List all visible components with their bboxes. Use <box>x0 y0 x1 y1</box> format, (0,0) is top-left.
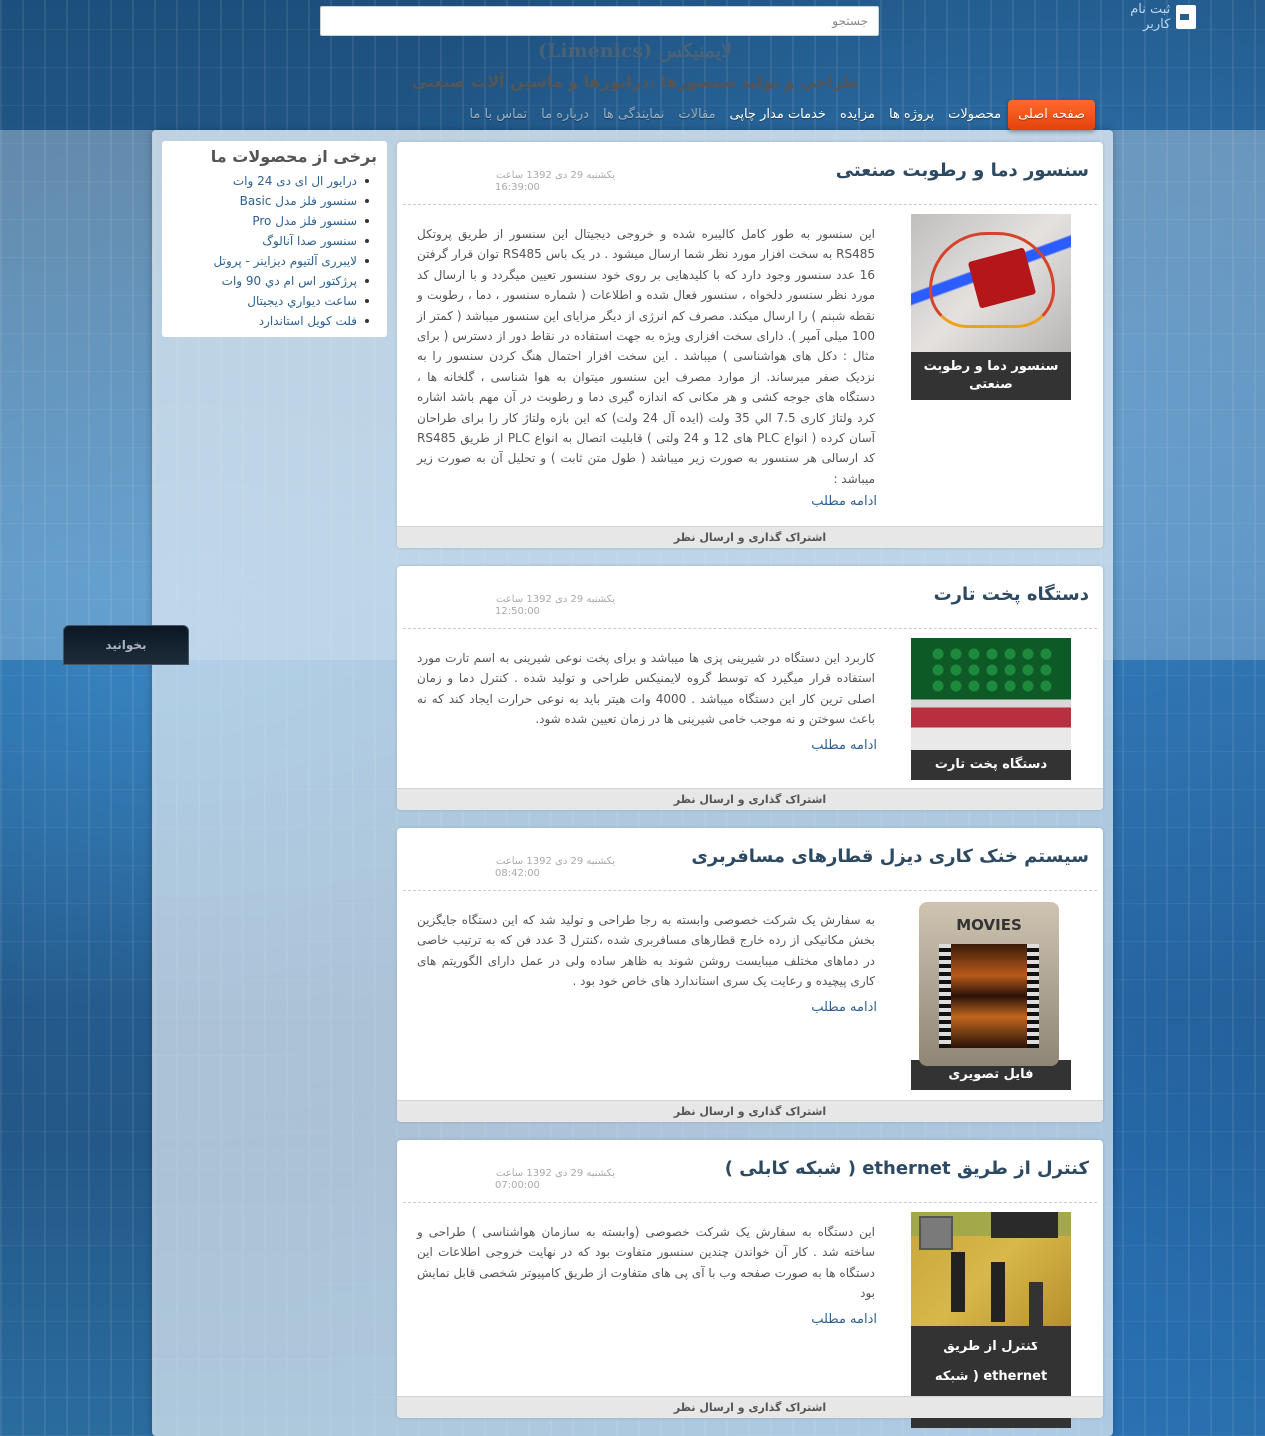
search-input[interactable]: جستجو <box>320 6 879 36</box>
post-divider <box>403 890 1097 891</box>
sidebar-item-digital-clock[interactable]: ساعت ديواري ديجيتال <box>168 291 369 311</box>
nav-item-pcb-services[interactable]: خدمات مدار چاپی <box>723 100 833 130</box>
main-nav: صفحه اصلی محصولات پروژه ها مزایده خدمات … <box>440 100 1095 130</box>
sidebar-item-metal-sensor-basic[interactable]: سنسور فلز مدل Basic <box>168 191 369 211</box>
post-date: یکشنبه 29 دی 1392 ساعت 16:39:00 <box>495 170 615 194</box>
post-date-time: 12:50:00 <box>495 606 540 617</box>
post-date: یکشنبه 29 دی 1392 ساعت 08:42:00 <box>495 856 615 880</box>
tart-machine-image <box>911 638 1071 750</box>
nav-item-auction[interactable]: مزایده <box>833 100 882 130</box>
post-date-time: 16:39:00 <box>495 182 540 193</box>
post-title[interactable]: دستگاه پخت تارت <box>934 584 1089 605</box>
share-comment-bar[interactable]: اشتراک گذاری و ارسال نظر <box>397 788 1103 810</box>
post-divider <box>403 1202 1097 1203</box>
post-card: سنسور دما و رطوبت صنعتی یکشنبه 29 دی 139… <box>397 142 1103 548</box>
post-divider <box>403 204 1097 205</box>
sidebar-item-smd-projector[interactable]: پرژکتور اس ام دي 90 وات <box>168 271 369 291</box>
share-comment-bar[interactable]: اشتراک گذاری و ارسال نظر <box>397 1100 1103 1122</box>
products-sidebar: برخی از محصولات ما درایور ال ای دی 24 وا… <box>162 141 387 337</box>
post-date-time: 07:00:00 <box>495 1180 540 1191</box>
nav-item-home[interactable]: صفحه اصلی <box>1008 100 1095 130</box>
post-title[interactable]: کنترل از طریق ethernet ( شبکه کابلی ) <box>725 1158 1089 1179</box>
ethernet-board-image <box>911 1212 1071 1326</box>
post-date: یکشنبه 29 دی 1392 ساعت 07:00:00 <box>495 1168 615 1192</box>
post-thumbnail[interactable]: دستگاه پخت تارت <box>911 638 1071 780</box>
post-body: این دستگاه به سفارش یک شرکت خصوصی (وابست… <box>417 1225 875 1301</box>
sidebar-item-flat-coil[interactable]: فلت کویل استاندارد <box>168 311 369 331</box>
sidebar-item-led-driver[interactable]: درایور ال ای دی 24 وات <box>168 171 369 191</box>
post-date-day: یکشنبه 29 دی 1392 ساعت <box>495 594 615 605</box>
register-label: ثبت نام کاربر <box>1130 2 1171 32</box>
share-comment-bar[interactable]: اشتراک گذاری و ارسال نظر <box>397 526 1103 548</box>
post-card: کنترل از طریق ethernet ( شبکه کابلی ) یک… <box>397 1140 1103 1428</box>
post-date-day: یکشنبه 29 دی 1392 ساعت <box>495 170 615 181</box>
nav-item-articles[interactable]: مقالات <box>671 100 722 130</box>
post-body: این سنسور به طور کامل کالیبره شده و خروج… <box>417 227 876 486</box>
read-more-link[interactable]: ادامه مطلب <box>811 1000 877 1015</box>
sidebar-list: درایور ال ای دی 24 وات سنسور فلز مدل Bas… <box>168 171 377 331</box>
nav-item-products[interactable]: محصولات <box>941 100 1008 130</box>
post-title[interactable]: سیستم خنک کاری دیزل قطارهای مسافربری <box>691 846 1089 867</box>
sidebar-item-metal-sensor-pro[interactable]: سنسور فلز مدل Pro <box>168 211 369 231</box>
read-more-link[interactable]: ادامه مطلب <box>811 1312 877 1327</box>
nav-item-agencies[interactable]: نمایندگی ها <box>596 100 671 130</box>
site-subtitle: طراحي و توليد سنسورها ،درايورها و ماشين … <box>411 72 859 91</box>
nav-item-contact[interactable]: تماس با ما <box>462 100 534 130</box>
thumbnail-caption: سنسور دما و رطوبت صنعتی <box>911 352 1071 400</box>
sidebar-item-sound-sensor[interactable]: سنسور صدا آنالوگ <box>168 231 369 251</box>
post-date-day: یکشنبه 29 دی 1392 ساعت <box>495 856 615 867</box>
post-body: کاربرد این دستگاه در شیرینی پزی ها میباش… <box>417 651 875 727</box>
thumbnail-caption: دستگاه پخت تارت <box>911 750 1071 780</box>
nav-item-about[interactable]: درباره ما <box>534 100 596 130</box>
sidebar-title: برخی از محصولات ما <box>210 147 377 166</box>
register-link[interactable]: ثبت نام کاربر <box>1100 2 1196 32</box>
read-more-link[interactable]: ادامه مطلب <box>811 738 877 753</box>
post-body: به سفارش یک شرکت خصوصی وابسته به رجا طرا… <box>417 913 875 989</box>
post-divider <box>403 628 1097 629</box>
post-card: دستگاه پخت تارت یکشنبه 29 دی 1392 ساعت 1… <box>397 566 1103 810</box>
sensor-board-image <box>911 214 1071 352</box>
post-title[interactable]: سنسور دما و رطوبت صنعتی <box>836 160 1089 181</box>
post-thumbnail[interactable]: فایل تصویری <box>911 900 1071 1090</box>
nav-item-projects[interactable]: پروژه ها <box>882 100 941 130</box>
share-comment-bar[interactable]: اشتراک گذاری و ارسال نظر <box>397 1396 1103 1418</box>
post-date: یکشنبه 29 دی 1392 ساعت 12:50:00 <box>495 594 615 618</box>
post-date-time: 08:42:00 <box>495 868 540 879</box>
sidebar-item-altium-library[interactable]: لایبرری آلتیوم دیزاینر - پروتل <box>168 251 369 271</box>
post-thumbnail[interactable]: سنسور دما و رطوبت صنعتی <box>911 214 1071 400</box>
site-title[interactable]: لایمنیکس (Limenics) <box>400 40 870 62</box>
post-date-day: یکشنبه 29 دی 1392 ساعت <box>495 1168 615 1179</box>
post-card: سیستم خنک کاری دیزل قطارهای مسافربری یکش… <box>397 828 1103 1122</box>
read-tab[interactable]: بخوانید <box>63 625 189 665</box>
read-more-link[interactable]: ادامه مطلب <box>811 494 877 509</box>
movies-file-icon <box>911 900 1071 1066</box>
sign-in-icon <box>1176 5 1196 29</box>
